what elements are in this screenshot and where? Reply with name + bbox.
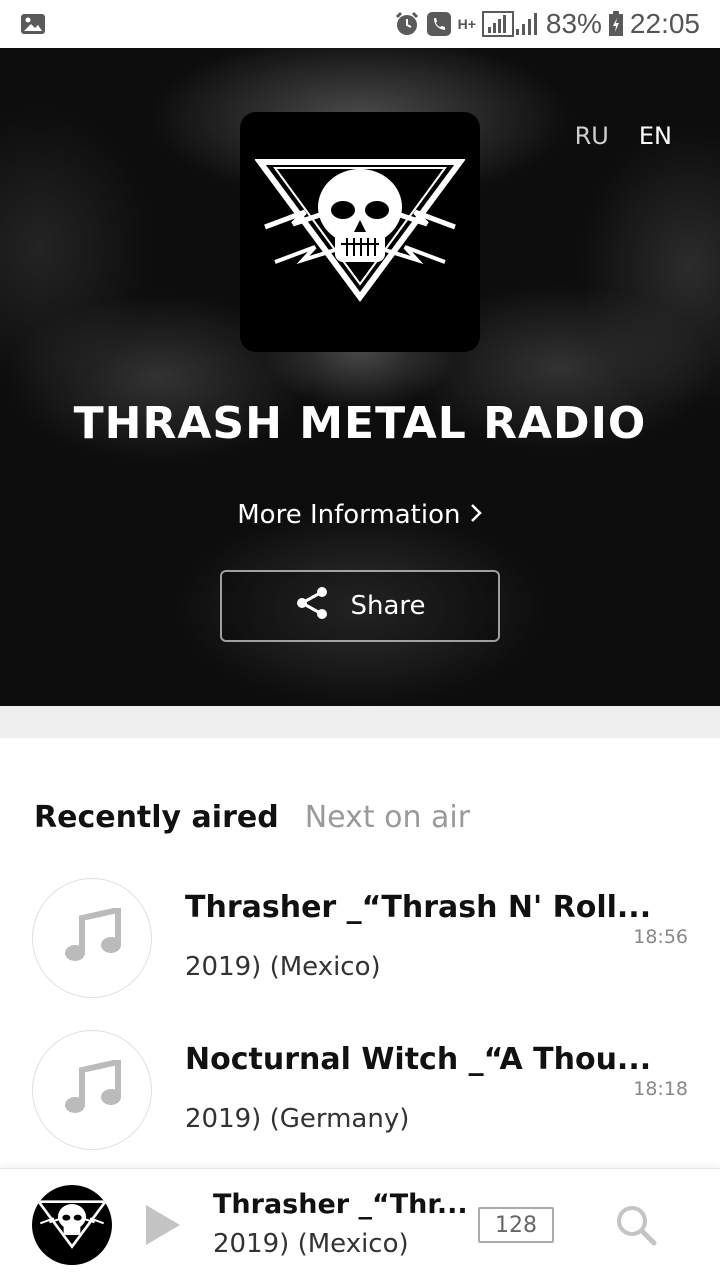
more-information-link[interactable]: More Information [0,500,720,531]
language-en[interactable]: EN [639,122,672,150]
track-time: 18:56 [633,926,688,948]
share-button[interactable]: Share [220,570,500,642]
list-item[interactable]: Thrasher _“Thrash N' Roll... 2019) (Mexi… [0,876,720,1028]
battery-percent: 83% [545,8,602,39]
tab-next-on-air[interactable]: Next on air [305,800,470,835]
track-subtitle: 2019) (Mexico) [185,952,381,982]
search-icon [617,1206,657,1246]
chevron-right-icon [469,501,483,531]
play-icon [146,1205,180,1245]
now-playing-title: Thrasher _“Thr... [213,1189,468,1220]
phone-icon [426,11,452,37]
track-cover [32,878,152,998]
play-button[interactable] [142,1203,182,1247]
more-information-label: More Information [237,500,461,530]
now-playing-subtitle: 2019) (Mexico) [213,1229,409,1259]
music-note-icon [62,906,122,968]
track-title: Nocturnal Witch _“A Thou... [185,1042,652,1077]
signal-icon-secondary [514,11,540,37]
share-label: Share [350,591,426,621]
skull-logo-icon [37,1200,107,1249]
network-type: H+ [457,16,476,32]
signal-icon [481,11,514,37]
battery-icon [608,11,624,37]
track-time: 18:18 [633,1078,688,1100]
list-item[interactable]: Nocturnal Witch _“A Thou... 2019) (Germa… [0,1028,720,1180]
share-icon [294,585,330,628]
station-title: THRASH METAL RADIO [73,398,647,449]
divider-band [0,706,720,738]
image-icon [20,11,46,37]
search-button[interactable] [614,1203,658,1247]
language-switcher: RU EN [575,122,672,150]
track-title: Thrasher _“Thrash N' Roll... [185,890,652,925]
alarm-icon [394,11,420,37]
station-hero: RU EN THRASH METAL RADIO More Informatio… [0,48,720,706]
tab-recently-aired[interactable]: Recently aired [34,800,279,835]
track-cover [32,1030,152,1150]
skull-logo-icon [255,159,465,303]
music-note-icon [62,1058,122,1120]
bitrate-selector[interactable]: 128 [478,1207,554,1243]
language-ru[interactable]: RU [575,122,609,150]
player-station-logo[interactable] [32,1185,112,1265]
track-subtitle: 2019) (Germany) [185,1104,410,1134]
track-list: Thrasher _“Thrash N' Roll... 2019) (Mexi… [0,876,720,1180]
status-bar: H+ 83% 22:05 [0,0,720,48]
clock: 22:05 [629,8,700,39]
playlist-tabs: Recently aired Next on air [34,800,470,835]
player-bar: Thrasher _“Thr... 2019) (Mexico) 128 [0,1168,720,1280]
station-logo [240,112,480,352]
